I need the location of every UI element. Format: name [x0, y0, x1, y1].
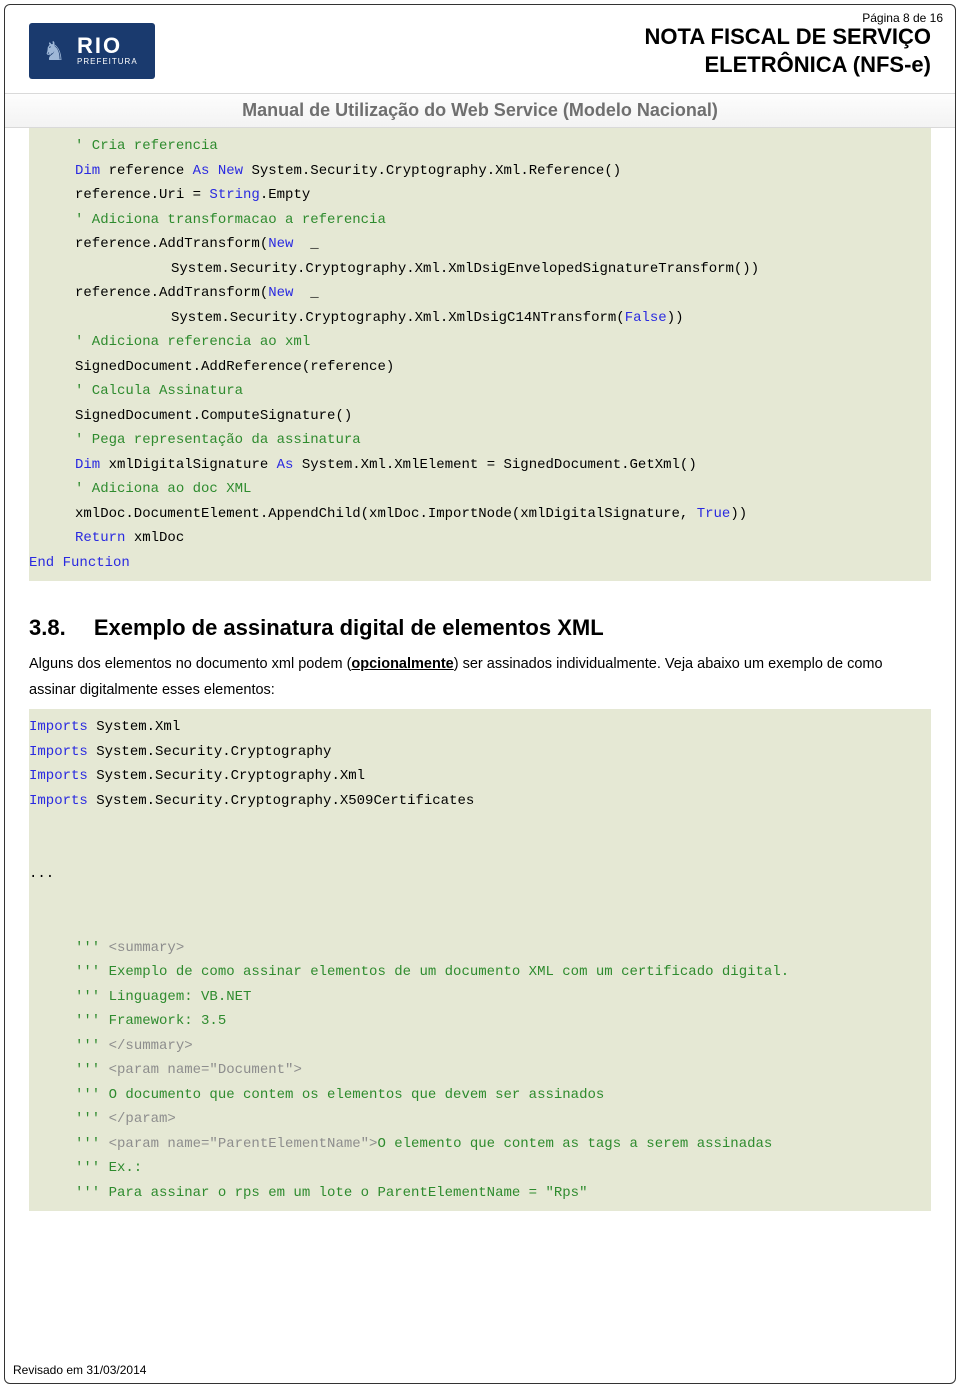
page-number: Página 8 de 16 — [862, 11, 943, 25]
footer-date: Revisado em 31/03/2014 — [13, 1363, 146, 1377]
logo-rio: ♞ RIO PREFEITURA — [29, 23, 155, 79]
header: ♞ RIO PREFEITURA NOTA FISCAL DE SERVIÇO … — [5, 5, 955, 79]
crest-icon: ♞ — [37, 31, 71, 71]
paragraph: Alguns dos elementos no documento xml po… — [29, 651, 931, 703]
section-number: 3.8. — [29, 615, 66, 640]
logo-text: RIO PREFEITURA — [77, 35, 138, 67]
code-block-1: ' Cria referencia Dim reference As New S… — [29, 128, 931, 581]
maintitle-line2: ELETRÔNICA (NFS-e) — [645, 51, 931, 79]
section-title: Exemplo de assinatura digital de element… — [94, 615, 604, 640]
page-frame: Página 8 de 16 ♞ RIO PREFEITURA NOTA FIS… — [4, 4, 956, 1384]
subtitle: Manual de Utilização do Web Service (Mod… — [5, 93, 955, 128]
code-block-2: Imports System.Xml Imports System.Securi… — [29, 709, 931, 1211]
maintitle-line1: NOTA FISCAL DE SERVIÇO — [645, 23, 931, 51]
section-heading: 3.8. Exemplo de assinatura digital de el… — [29, 615, 931, 641]
logo-rio-label: RIO — [77, 35, 138, 57]
page-title: NOTA FISCAL DE SERVIÇO ELETRÔNICA (NFS-e… — [645, 23, 931, 78]
logo-sub-label: PREFEITURA — [77, 57, 138, 67]
code-line: ' Cria referencia — [75, 138, 218, 154]
